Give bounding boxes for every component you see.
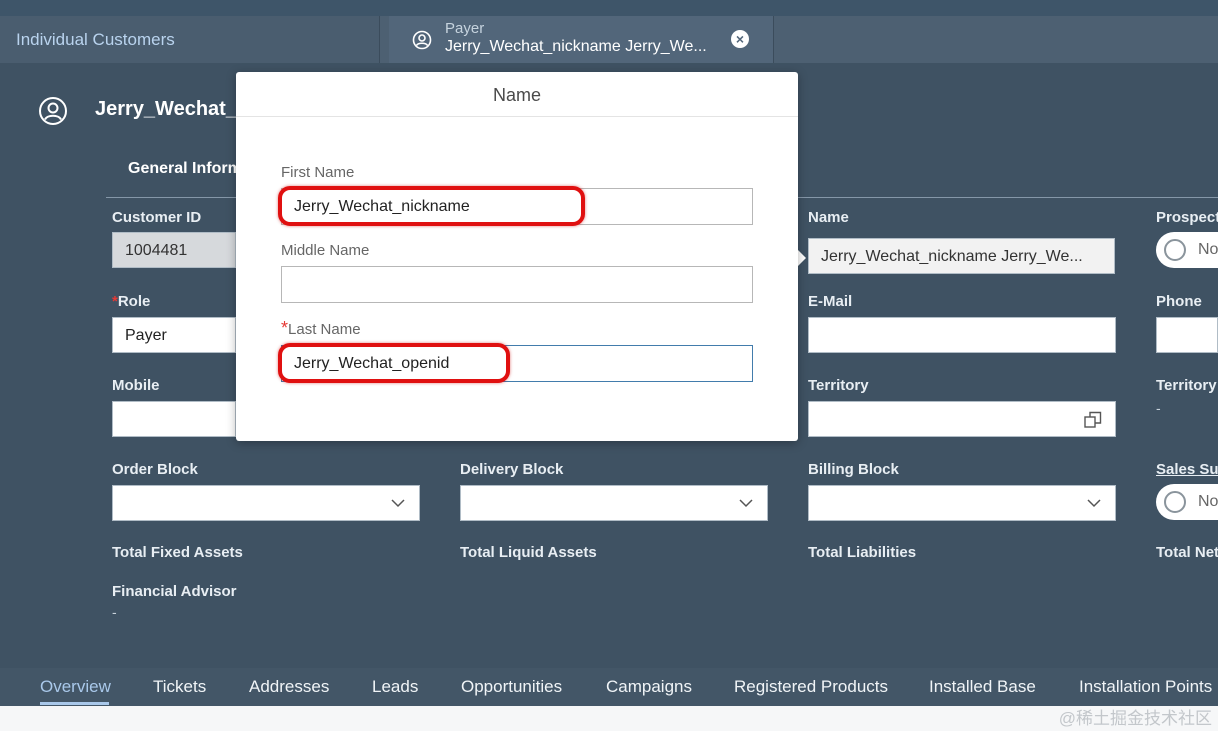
role-field[interactable]: Payer (112, 317, 236, 353)
popover-caret (797, 249, 806, 267)
radio-circle (1164, 239, 1186, 261)
middle-name-field[interactable] (281, 266, 753, 303)
close-icon[interactable]: × (731, 30, 749, 48)
tab-opportunities[interactable]: Opportunities (461, 677, 562, 697)
territory-label: Territory (808, 377, 869, 394)
popover-divider (236, 116, 798, 117)
delivery-block-select[interactable] (460, 485, 768, 521)
total-net-label: Total Net (1156, 544, 1218, 561)
billing-block-label: Billing Block (808, 461, 899, 478)
sales-toggle[interactable]: No (1156, 484, 1218, 520)
tab-leads[interactable]: Leads (372, 677, 418, 697)
tab-installation-points[interactable]: Installation Points (1079, 677, 1212, 697)
total-liabilities-label: Total Liabilities (808, 544, 917, 561)
tab-addresses[interactable]: Addresses (249, 677, 329, 697)
active-tab-indicator (40, 702, 109, 705)
middle-name-label: Middle Name (281, 242, 370, 259)
tab-tickets[interactable]: Tickets (153, 677, 206, 697)
name-field[interactable]: Jerry_Wechat_nickname Jerry_We... (808, 238, 1115, 274)
customer-id-label: Customer ID (112, 209, 202, 226)
sales-value: No (1198, 493, 1218, 510)
prospect-toggle[interactable]: No (1156, 232, 1218, 268)
radio-circle (1164, 491, 1186, 513)
territory2-label: Territory (1156, 377, 1217, 394)
billing-block-select[interactable] (808, 485, 1116, 521)
watermark: @稀土掘金技术社区 (1058, 709, 1212, 728)
value-help-icon[interactable] (1084, 411, 1102, 429)
email-label: E-Mail (808, 293, 853, 310)
first-name-label: First Name (281, 164, 355, 181)
tab-subtitle: Payer (445, 20, 485, 37)
phone-field[interactable] (1156, 317, 1218, 353)
name-popover: Name First Name Jerry_Wechat_nickname Mi… (236, 72, 798, 441)
tab-payer-record[interactable]: Payer Jerry_Wechat_nickname Jerry_We... … (389, 16, 774, 63)
tab-installed-base[interactable]: Installed Base (929, 677, 1036, 697)
order-block-label: Order Block (112, 461, 198, 478)
tab-individual-customers[interactable]: Individual Customers (0, 16, 380, 63)
total-liquid-assets-label: Total Liquid Assets (460, 544, 597, 561)
user-icon (412, 30, 432, 50)
mobile-label: Mobile (112, 377, 160, 394)
page-title: Jerry_Wechat_nickname Jerry_Wechat_openi… (95, 98, 236, 120)
user-icon (39, 97, 67, 125)
tab-general-information[interactable]: General Information (128, 160, 236, 178)
prospect-label: Prospect (1156, 209, 1218, 226)
delivery-block-label: Delivery Block (460, 461, 564, 478)
mobile-field[interactable] (112, 401, 236, 437)
top-strip (0, 0, 1218, 16)
tab-registered-products[interactable]: Registered Products (734, 677, 888, 697)
footer (0, 706, 1218, 731)
chevron-down-icon (1087, 499, 1101, 508)
territory-field[interactable] (808, 401, 1116, 437)
total-fixed-assets-label: Total Fixed Assets (112, 544, 243, 561)
sales-link[interactable]: Sales Su (1156, 461, 1218, 478)
financial-advisor-label: Financial Advisor (112, 583, 237, 600)
last-name-label: *Last Name (281, 318, 361, 338)
prospect-value: No (1198, 241, 1218, 258)
tab-title: Jerry_Wechat_nickname Jerry_We... (445, 38, 707, 55)
customer-id-field: 1004481 (112, 232, 236, 268)
tab-label: Individual Customers (16, 30, 175, 49)
chevron-down-icon (739, 499, 753, 508)
phone-label: Phone (1156, 293, 1202, 310)
tab-campaigns[interactable]: Campaigns (606, 677, 692, 697)
name-label: Name (808, 209, 849, 226)
tab-overview[interactable]: Overview (40, 677, 111, 697)
territory2-value: - (1156, 400, 1161, 416)
chevron-down-icon (391, 499, 405, 508)
order-block-select[interactable] (112, 485, 420, 521)
bottom-tab-bar: Overview Tickets Addresses Leads Opportu… (0, 668, 1218, 706)
highlight-first-name (278, 186, 585, 226)
highlight-last-name (278, 343, 510, 383)
email-field[interactable] (808, 317, 1116, 353)
financial-advisor-value: - (112, 604, 117, 620)
popover-title: Name (492, 85, 541, 105)
role-label: *Role (112, 293, 151, 310)
